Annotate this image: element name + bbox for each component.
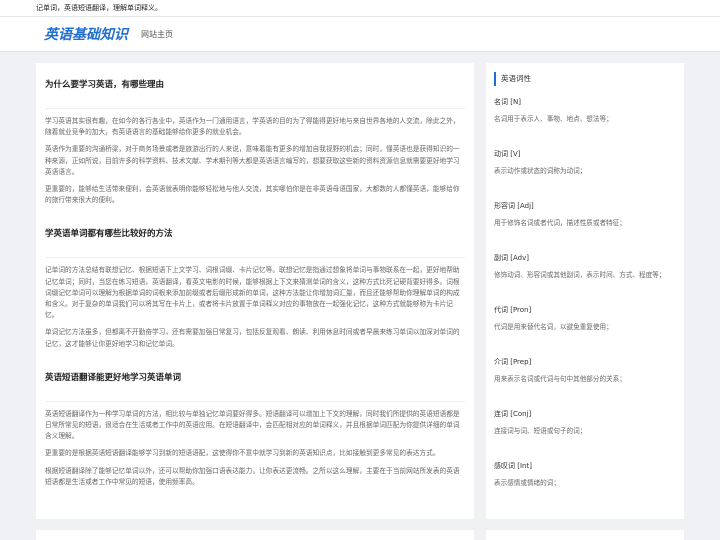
term-name: 副词 [Adv]	[494, 254, 529, 262]
main-content: 为什么要学习英语，有哪些理由 学习英语其实很有趣，在如今的各行各业中，英语作为一…	[36, 63, 474, 519]
term-name: 感叹词 [Int]	[494, 462, 532, 470]
term-desc: 修饰动词、形容词或其他副词，表示时间、方式、程度等；	[494, 271, 666, 279]
term-item[interactable]: 动词 [V] 表示动作或状态的词称为动词；	[494, 148, 676, 200]
paragraph: 英语作为重要的沟通桥梁，对于商务场景或者是旅游出行的人来说，意味着能有更多的增加…	[45, 145, 460, 176]
section-title: 学英语单词都有哪些比较好的方法	[45, 212, 465, 259]
sidebar-title: 英语词性	[494, 72, 676, 86]
term-desc: 连接词与词、短语或句子的词；	[494, 427, 587, 435]
term-item[interactable]: 代词 [Pron] 代词是用来替代名词，以避免重复使用；	[494, 304, 676, 356]
term-name: 形容词 [Adj]	[494, 202, 534, 210]
paragraph: 学习英语其实很有趣，在如今的各行各业中，英语作为一门通用语言，学英语的目的为了得…	[45, 117, 460, 137]
article-section: 学英语单词都有哪些比较好的方法 记单词的方法总结有联想记忆、根据短语下上文学习、…	[45, 212, 465, 349]
paragraph: 英语短语翻译作为一种学习单词的方法，相比较与单独记忆单词要好得多。短语翻译可以增…	[45, 409, 460, 441]
term-name: 代词 [Pron]	[494, 306, 532, 314]
term-name: 动词 [V]	[494, 150, 521, 158]
term-item[interactable]: 副词 [Adv] 修饰动词、形容词或其他副词，表示时间、方式、程度等；	[494, 252, 676, 304]
term-item[interactable]: 形容词 [Adj] 用于修饰名词或者代词，描述性质或者特征；	[494, 200, 676, 252]
paragraph: 更重要的，能够给生活带来便利，会英语就表明你能够轻松地与他人交流，其实哪怕你是在…	[45, 185, 460, 205]
term-item[interactable]: 介词 [Prep] 用来表示名词或代词与句中其他部分的关系；	[494, 356, 676, 408]
term-desc: 表示动作或状态的词称为动词；	[494, 167, 587, 175]
term-desc: 代词是用来替代名词，以避免重复使用；	[494, 323, 613, 331]
article-section: 为什么要学习英语，有哪些理由 学习英语其实很有趣，在如今的各行各业中，英语作为一…	[45, 63, 465, 206]
term-desc: 用于修饰名词或者代词，描述性质或者特征；	[494, 219, 626, 227]
sidebar: 英语词性 名词 [N] 名词用于表示人、事物、地点、想法等； 动词 [V] 表示…	[486, 63, 684, 519]
nav-home-link[interactable]: 网站主页	[141, 29, 173, 40]
term-item[interactable]: 名词 [N] 名词用于表示人、事物、地点、想法等；	[494, 96, 676, 148]
section-title: 为什么要学习英语，有哪些理由	[45, 63, 465, 109]
term-desc: 名词用于表示人、事物、地点、想法等；	[494, 115, 613, 123]
site-header: 英语基础知识 网站主页	[0, 17, 720, 52]
section-title: 英语短语翻译能更好地学习英语单词	[45, 356, 465, 402]
topbar: 记单词，英语短语翻译，理解单词释义。	[0, 0, 720, 17]
next-panel-right	[486, 530, 684, 540]
paragraph: 单词记忆方法虽多，但都离不开勤奋学习，还有需要加强日常复习，包括反复观看、朗读、…	[45, 328, 460, 348]
term-item[interactable]: 感叹词 [Int] 表示感情或情绪的词；	[494, 460, 676, 512]
next-panel-left	[36, 530, 474, 540]
term-name: 连词 [Conj]	[494, 410, 532, 418]
paragraph: 根据短语翻译除了能够记忆单词以外，还可以帮助你加强口语表达能力，让你表达更流畅。…	[45, 466, 460, 486]
term-desc: 表示感情或情绪的词；	[494, 479, 560, 487]
term-name: 名词 [N]	[494, 98, 521, 106]
paragraph: 记单词的方法总结有联想记忆、根据短语下上文学习、词根词缀、卡片记忆等。联想记忆是…	[45, 266, 460, 320]
topbar-tagline: 记单词，英语短语翻译，理解单词释义。	[36, 4, 162, 12]
article-section: 英语短语翻译能更好地学习英语单词 英语短语翻译作为一种学习单词的方法，相比较与单…	[45, 356, 465, 488]
term-name: 介词 [Prep]	[494, 358, 532, 366]
paragraph: 更重要的是根据英语短语翻译能够学习到新的短语语配，这使得你不意中就学习到新的英语…	[45, 449, 440, 458]
term-item[interactable]: 连词 [Conj] 连接词与词、短语或句子的词；	[494, 408, 676, 460]
term-desc: 用来表示名词或代词与句中其他部分的关系；	[494, 375, 626, 383]
site-logo[interactable]: 英语基础知识	[44, 24, 128, 44]
